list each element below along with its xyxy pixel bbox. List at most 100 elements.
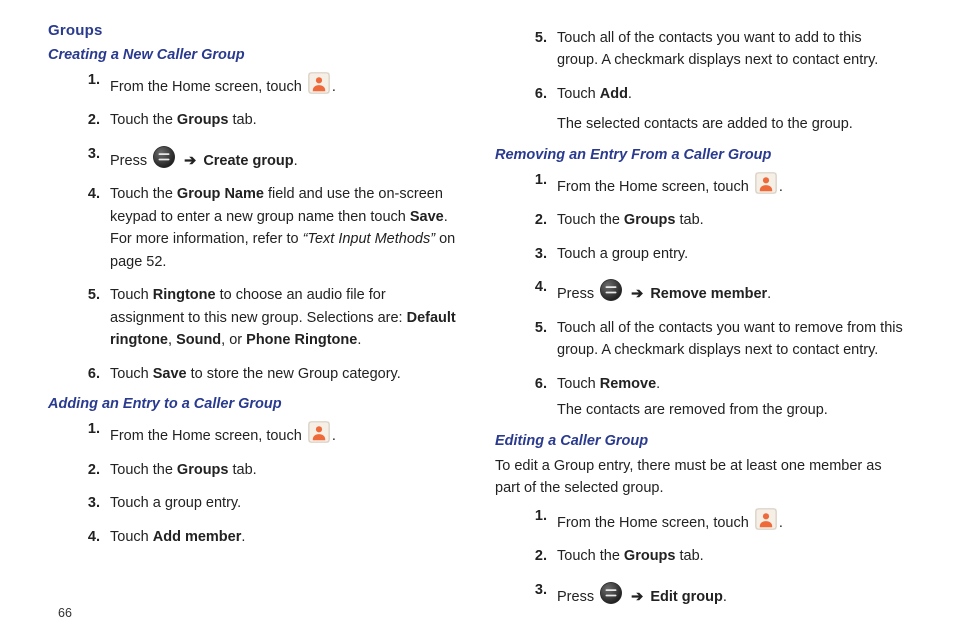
steps-removing: 1. From the Home screen, touch . 2. Touc…	[519, 169, 906, 422]
bold: Groups	[624, 548, 676, 564]
step-number: 2.	[519, 209, 557, 231]
text: .	[779, 515, 783, 531]
step-body: Touch all of the contacts you want to re…	[557, 317, 906, 362]
editing-intro: To edit a Group entry, there must be at …	[495, 455, 906, 500]
step-body: Touch a group entry.	[557, 243, 906, 265]
step-number: 2.	[519, 545, 557, 567]
text: ,	[168, 332, 176, 348]
step-body: Touch Add. The selected contacts are add…	[557, 83, 906, 136]
menu-icon	[600, 592, 622, 608]
text: Touch all of the contacts you want to re…	[557, 320, 903, 358]
step-number: 1.	[519, 169, 557, 191]
page-number: 66	[58, 606, 72, 620]
step: 3. Touch a group entry.	[72, 492, 459, 514]
step-number: 6.	[519, 373, 557, 395]
bold: Add member	[153, 529, 242, 545]
step-body: Press ➔ Create group.	[110, 143, 459, 172]
bold: Ringtone	[153, 287, 216, 303]
text: Touch a group entry.	[110, 495, 241, 511]
text: .	[656, 376, 660, 392]
step-body: From the Home screen, touch .	[557, 505, 906, 534]
text: to store the new Group category.	[187, 366, 401, 382]
step-body: Press ➔ Remove member.	[557, 276, 906, 305]
menu-icon	[153, 156, 175, 172]
text: .	[767, 286, 771, 302]
text: Touch a group entry.	[557, 246, 688, 262]
text: .	[357, 332, 361, 348]
step-number: 1.	[519, 505, 557, 527]
text: Touch	[110, 287, 153, 303]
step-body: From the Home screen, touch .	[557, 169, 906, 198]
step: 3. Touch a group entry.	[519, 243, 906, 265]
text: From the Home screen, touch	[110, 79, 306, 95]
step: 1. From the Home screen, touch .	[72, 418, 459, 447]
left-column: Groups Creating a New Caller Group 1. Fr…	[48, 22, 459, 619]
step-body: From the Home screen, touch .	[110, 418, 459, 447]
text: , or	[221, 332, 246, 348]
step-number: 3.	[519, 579, 557, 601]
step: 4. Touch the Group Name field and use th…	[72, 183, 459, 273]
step-number: 4.	[72, 183, 110, 205]
step-body: Touch the Group Name field and use the o…	[110, 183, 459, 273]
step: 1. From the Home screen, touch .	[72, 69, 459, 98]
steps-adding: 1. From the Home screen, touch . 2. Touc…	[72, 418, 459, 548]
step: 2. Touch the Groups tab.	[519, 545, 906, 567]
text: From the Home screen, touch	[557, 515, 753, 531]
arrow-icon: ➔	[628, 286, 646, 302]
step-number: 5.	[72, 284, 110, 306]
contacts-icon	[755, 182, 777, 198]
text: tab.	[675, 548, 703, 564]
step: 6. Touch Remove. The contacts are remove…	[519, 373, 906, 422]
bold: Add	[600, 86, 628, 102]
step-number: 6.	[72, 363, 110, 385]
step-number: 6.	[519, 83, 557, 105]
text: From the Home screen, touch	[557, 179, 753, 195]
step-number: 2.	[72, 109, 110, 131]
text: The contacts are removed from the group.	[557, 402, 828, 418]
bold: Phone Ringtone	[246, 332, 357, 348]
bold: Groups	[177, 112, 229, 128]
step: 3. Press ➔ Create group.	[72, 143, 459, 172]
step-body: Touch Ringtone to choose an audio file f…	[110, 284, 459, 351]
step: 2. Touch the Groups tab.	[72, 459, 459, 481]
text: tab.	[228, 462, 256, 478]
bold: Remove	[600, 376, 656, 392]
subheading-editing: Editing a Caller Group	[495, 433, 906, 449]
menu-icon	[600, 289, 622, 305]
text: Press	[557, 286, 598, 302]
bold: Remove member	[650, 286, 767, 302]
text: Touch the	[557, 212, 624, 228]
step-number: 3.	[72, 143, 110, 165]
bold: Group Name	[177, 186, 264, 202]
step-number: 3.	[519, 243, 557, 265]
step-body: Touch Add member.	[110, 526, 459, 548]
step-body: Touch the Groups tab.	[110, 459, 459, 481]
step-number: 2.	[72, 459, 110, 481]
text: tab.	[675, 212, 703, 228]
contacts-icon	[755, 518, 777, 534]
text: Press	[110, 153, 151, 169]
bold: Create group	[203, 153, 293, 169]
arrow-icon: ➔	[181, 153, 199, 169]
step-number: 4.	[72, 526, 110, 548]
bold: Save	[410, 209, 444, 225]
arrow-icon: ➔	[628, 589, 646, 605]
step: 6. Touch Add. The selected contacts are …	[519, 83, 906, 136]
section-heading: Groups	[48, 22, 459, 39]
steps-editing: 1. From the Home screen, touch . 2. Touc…	[519, 505, 906, 608]
reference: “Text Input Methods”	[303, 231, 435, 247]
bold: Groups	[624, 212, 676, 228]
step-body: Touch a group entry.	[110, 492, 459, 514]
step: 4. Press ➔ Remove member.	[519, 276, 906, 305]
step: 5. Touch all of the contacts you want to…	[519, 27, 906, 72]
step-body: Touch the Groups tab.	[110, 109, 459, 131]
two-column-layout: Groups Creating a New Caller Group 1. Fr…	[48, 22, 906, 619]
step-number: 4.	[519, 276, 557, 298]
step: 5. Touch all of the contacts you want to…	[519, 317, 906, 362]
step: 5. Touch Ringtone to choose an audio fil…	[72, 284, 459, 351]
text: Touch	[557, 86, 600, 102]
text: .	[628, 86, 632, 102]
step-number: 1.	[72, 69, 110, 91]
step-number: 5.	[519, 27, 557, 49]
subheading-creating: Creating a New Caller Group	[48, 47, 459, 63]
